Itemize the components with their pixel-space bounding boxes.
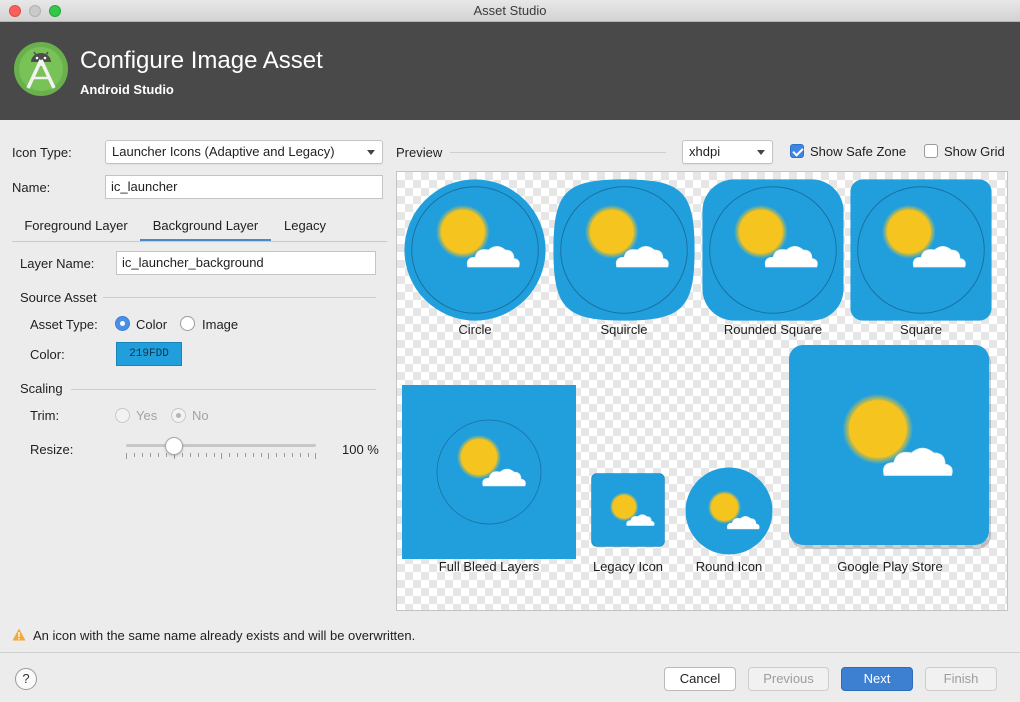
resize-slider-track[interactable] [126,444,316,447]
trim-label: Trim: [30,408,60,423]
full-bleed-layers-preview [402,385,576,559]
page-subtitle: Android Studio [80,82,174,97]
section-divider [103,297,376,298]
asset-type-color-label[interactable]: Color [136,317,167,332]
rounded-square-icon-preview [702,179,844,321]
section-divider [71,389,376,390]
tab-background-layer[interactable]: Background Layer [140,216,271,242]
window-titlebar: Asset Studio [0,0,1020,22]
circle-icon-preview [404,179,546,321]
footer-divider [0,652,1020,653]
asset-type-image-label[interactable]: Image [202,317,238,332]
source-asset-heading: Source Asset [20,290,97,305]
tab-divider [12,241,387,242]
minimize-window-button[interactable] [29,5,41,17]
squircle-icon-preview [553,179,695,321]
resize-slider-ticks [126,453,316,459]
icon-type-select[interactable]: Launcher Icons (Adaptive and Legacy) [105,140,383,164]
squircle-caption: Squircle [600,322,648,337]
window-title: Asset Studio [473,3,547,18]
tab-legacy[interactable]: Legacy [276,216,334,242]
name-field[interactable]: ic_launcher [105,175,383,199]
show-grid-label[interactable]: Show Grid [944,144,1005,159]
asset-type-image-radio[interactable] [180,316,195,331]
chevron-down-icon [757,150,765,155]
asset-type-label: Asset Type: [30,317,98,332]
next-button[interactable]: Next [841,667,913,691]
icon-type-value: Launcher Icons (Adaptive and Legacy) [112,144,335,159]
trim-yes-radio[interactable] [115,408,130,423]
resize-label: Resize: [30,442,74,457]
rounded-square-caption: Rounded Square [723,322,823,337]
full-bleed-caption: Full Bleed Layers [438,559,540,574]
trim-no-radio[interactable] [171,408,186,423]
zoom-window-button[interactable] [49,5,61,17]
show-safe-zone-checkbox[interactable] [790,144,804,158]
color-picker-button[interactable]: 219FDD [116,342,182,366]
warning-triangle-icon [12,628,26,641]
overwrite-warning-text: An icon with the same name already exist… [33,628,416,643]
square-caption: Square [900,322,942,337]
previous-button[interactable]: Previous [748,667,829,691]
color-label: Color: [30,347,65,362]
trim-no-label[interactable]: No [192,408,209,423]
google-play-store-icon-preview [789,345,991,549]
android-studio-logo-icon [14,42,68,96]
chevron-down-icon [367,150,375,155]
page-title: Configure Image Asset [80,47,323,74]
square-icon-preview [850,179,992,321]
tab-foreground-layer[interactable]: Foreground Layer [17,216,135,242]
density-select[interactable]: xhdpi [682,140,773,164]
wizard-header: Configure Image Asset Android Studio [0,22,1020,120]
google-play-store-caption: Google Play Store [837,559,943,574]
layer-name-label: Layer Name: [20,256,95,271]
show-grid-checkbox[interactable] [924,144,938,158]
round-icon-preview [685,467,773,555]
preview-label: Preview [396,145,443,160]
icon-type-label: Icon Type: [12,145,72,160]
preview-divider [450,152,666,153]
finish-button[interactable]: Finish [925,667,997,691]
scaling-heading: Scaling [20,381,63,396]
icon-preview-area: Circle Squircle Rounded Square Square Fu… [396,171,1008,611]
layer-name-field[interactable]: ic_launcher_background [116,251,376,275]
density-value: xhdpi [689,144,721,159]
trim-yes-label[interactable]: Yes [136,408,157,423]
cancel-button[interactable]: Cancel [664,667,736,691]
round-icon-caption: Round Icon [695,559,763,574]
resize-slider-handle[interactable] [164,437,183,455]
close-window-button[interactable] [9,5,21,17]
asset-type-color-radio[interactable] [115,316,130,331]
legacy-icon-preview [591,473,665,547]
name-label: Name: [12,180,51,195]
show-safe-zone-label[interactable]: Show Safe Zone [810,144,906,159]
resize-value: 100 % [342,442,379,457]
help-button[interactable]: ? [15,668,37,690]
legacy-icon-caption: Legacy Icon [592,559,664,574]
circle-caption: Circle [458,322,492,337]
